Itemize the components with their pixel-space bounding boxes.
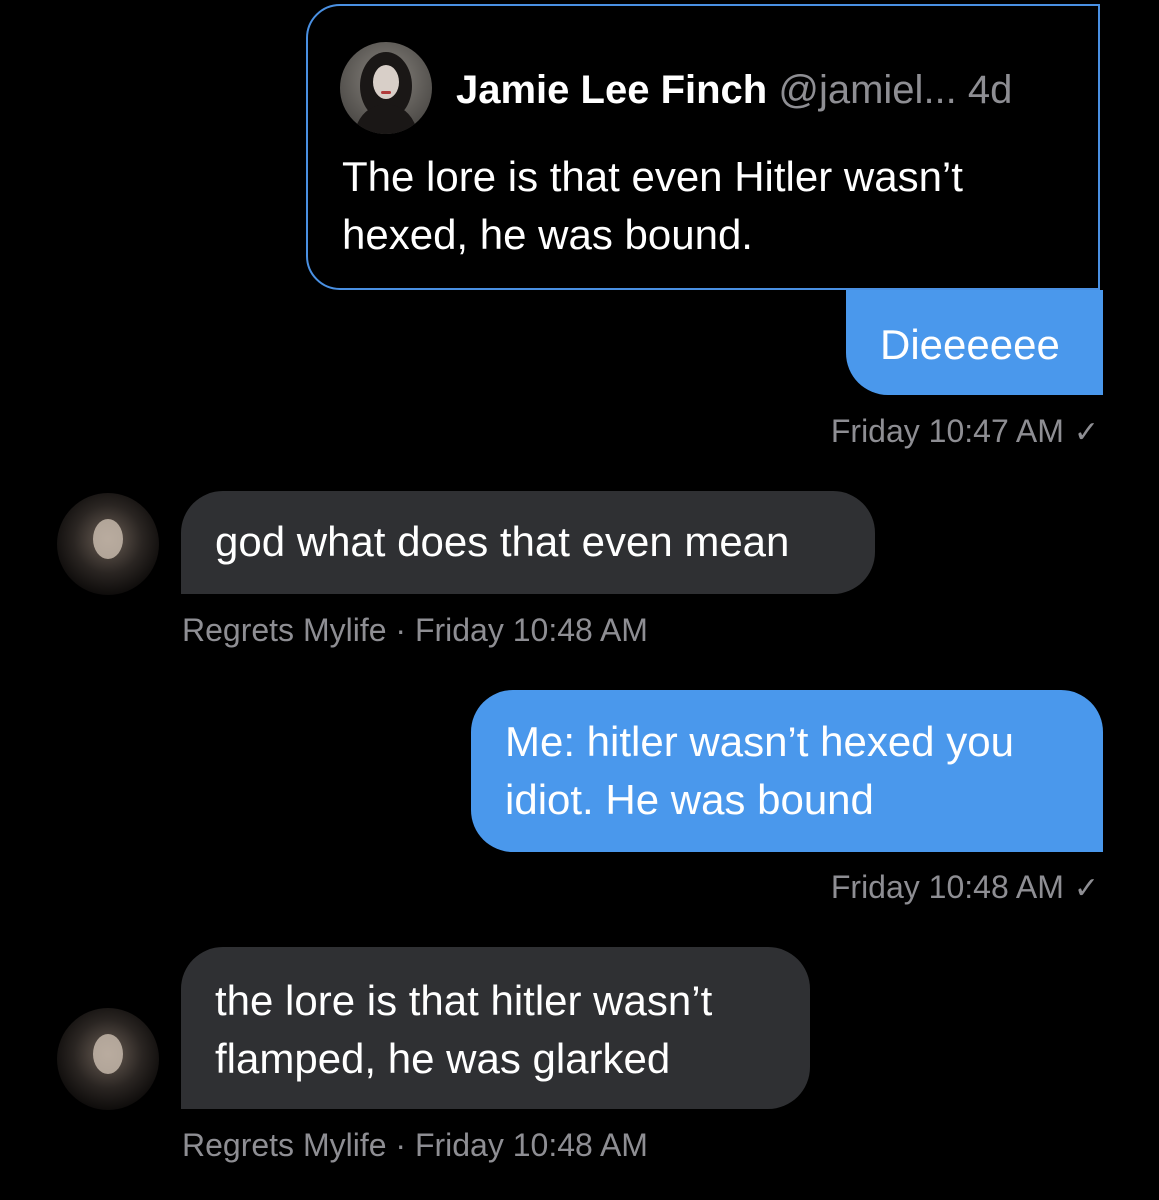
quoted-tweet-age: 4d xyxy=(967,68,1013,112)
quoted-author-name: Jamie Lee Finch xyxy=(456,68,768,112)
message-bubble-received[interactable]: the lore is that hitler wasn’t flamped, … xyxy=(181,947,810,1109)
avatar[interactable] xyxy=(57,493,159,595)
quoted-author-handle: @jamiel... xyxy=(778,68,957,112)
avatar-face xyxy=(93,519,123,559)
avatar[interactable] xyxy=(57,1008,159,1110)
message-bubble-sent[interactable]: Me: hitler wasn’t hexed you idiot. He wa… xyxy=(471,690,1103,852)
quoted-author-avatar xyxy=(340,42,432,134)
avatar-face xyxy=(93,1034,123,1074)
message-sender-timestamp: Regrets Mylife · Friday 10:48 AM xyxy=(182,612,648,648)
quoted-tweet-header: Jamie Lee Finch @jamiel... 4d xyxy=(456,68,1012,113)
checkmark-icon: ✓ xyxy=(1073,416,1099,449)
message-bubble-received[interactable]: god what does that even mean xyxy=(181,491,875,594)
message-timestamp: Friday 10:47 AM ✓ xyxy=(831,413,1099,450)
message-sender-timestamp: Regrets Mylife · Friday 10:48 AM xyxy=(182,1127,648,1163)
person-silhouette-icon xyxy=(354,52,418,134)
quoted-tweet-card[interactable]: Jamie Lee Finch @jamiel... 4d The lore i… xyxy=(306,4,1100,290)
message-timestamp: Friday 10:48 AM ✓ xyxy=(831,869,1099,906)
quoted-tweet-text: The lore is that even Hitler wasn’t hexe… xyxy=(342,153,963,258)
timestamp-text: Friday 10:48 AM xyxy=(830,869,1064,905)
message-bubble-sent[interactable]: Dieeeeee xyxy=(846,290,1103,395)
timestamp-text: Friday 10:47 AM xyxy=(830,413,1064,449)
checkmark-icon: ✓ xyxy=(1073,872,1099,905)
